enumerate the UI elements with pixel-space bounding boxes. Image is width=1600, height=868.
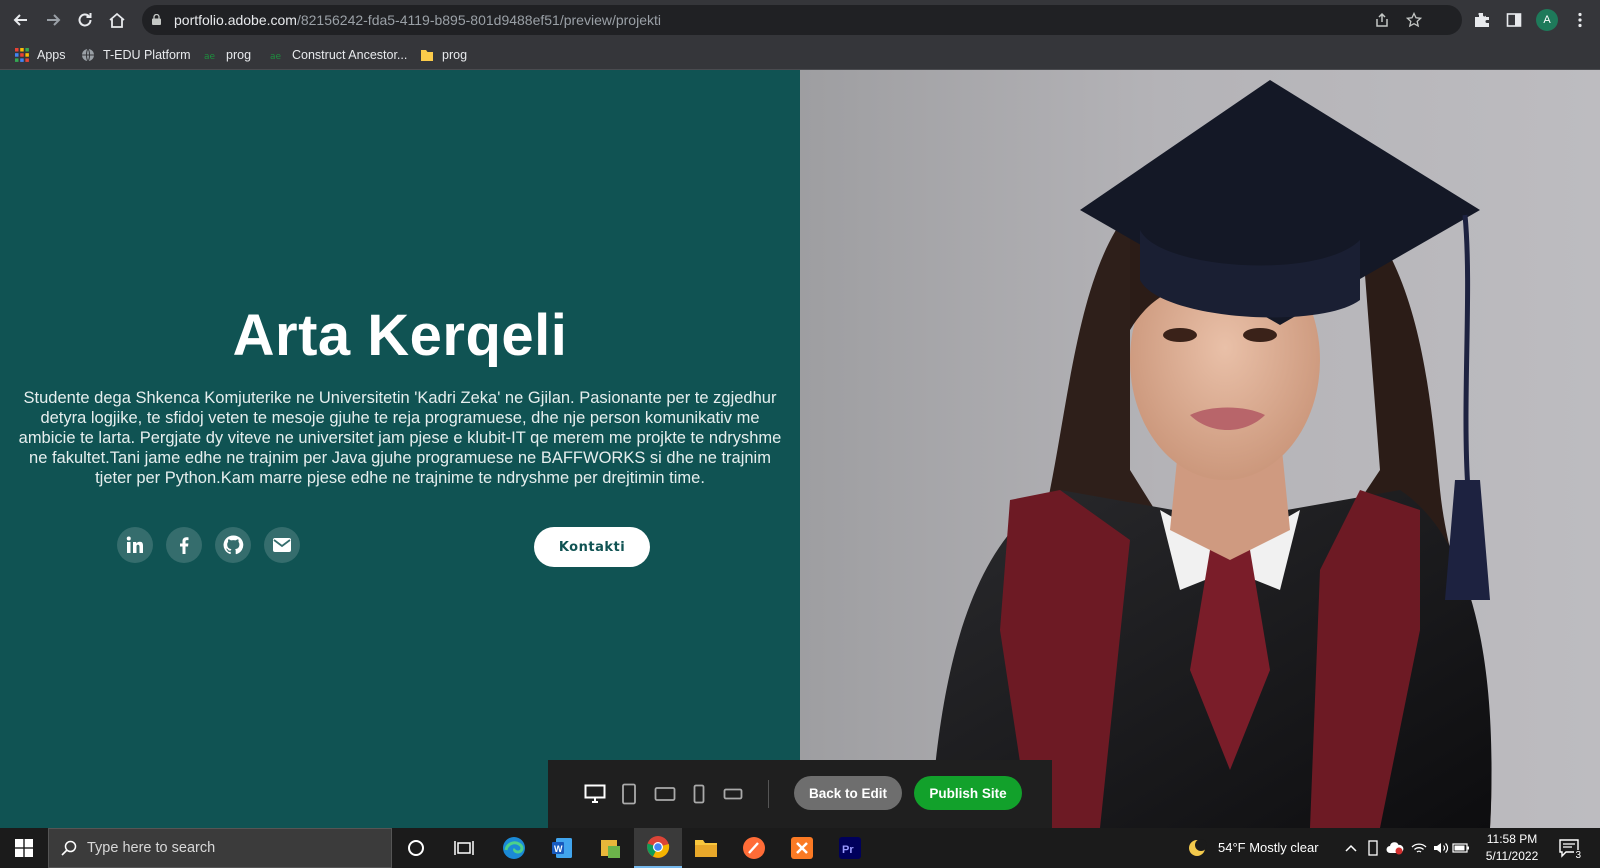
tablet-landscape-icon[interactable]: [652, 782, 678, 806]
phone-landscape-icon[interactable]: [720, 782, 746, 806]
bookmark-prog-folder[interactable]: prog: [420, 46, 467, 64]
bookmark-label: Apps: [37, 48, 66, 62]
notification-icon[interactable]: 3: [1556, 837, 1582, 861]
folder-icon: [421, 50, 433, 61]
svg-text:W: W: [554, 844, 563, 854]
xampp-icon[interactable]: [778, 828, 826, 868]
portrait-panel: [800, 70, 1600, 828]
hero-name: Arta Kerqeli: [232, 303, 568, 368]
extensions-icon[interactable]: [1470, 8, 1494, 32]
search-placeholder: Type here to search: [87, 840, 216, 856]
battery-icon[interactable]: [1452, 840, 1470, 856]
mail-icon[interactable]: [264, 527, 300, 563]
bookmark-tedu[interactable]: T-EDU Platform: [81, 46, 191, 64]
address-bar[interactable]: portfolio.adobe.com/82156242-fda5-4119-b…: [142, 5, 1462, 35]
weather-moon-icon[interactable]: [1186, 837, 1208, 859]
bookmark-label: Construct Ancestor...: [292, 48, 408, 62]
premiere-pro-icon[interactable]: Pr: [826, 828, 874, 868]
bookmark-apps[interactable]: Apps: [15, 46, 66, 64]
back-to-edit-button[interactable]: Back to Edit: [794, 776, 902, 810]
home-icon[interactable]: [105, 8, 129, 32]
clock-time: 11:58 PM: [1486, 832, 1538, 846]
volume-icon[interactable]: [1432, 840, 1450, 856]
hero-panel: Arta Kerqeli Studente dega Shkenca Komju…: [0, 70, 800, 828]
edge-browser-icon[interactable]: [490, 828, 538, 868]
site-favicon-icon: ae: [204, 52, 216, 62]
chrome-icon[interactable]: [634, 828, 682, 868]
browser-toolbar: portfolio.adobe.com/82156242-fda5-4119-b…: [0, 0, 1600, 40]
share-icon[interactable]: [1372, 10, 1392, 30]
menu-kebab-icon[interactable]: [1568, 8, 1592, 32]
reload-icon[interactable]: [73, 8, 97, 32]
phone-portrait-icon[interactable]: [686, 782, 712, 806]
bookmark-label: prog: [442, 48, 468, 62]
windows-start-icon[interactable]: [0, 828, 48, 868]
search-icon: [61, 840, 77, 856]
bookmark-prog-1[interactable]: ae prog: [204, 46, 251, 64]
hero-bio: Studente dega Shkenca Komjuterike ne Uni…: [18, 389, 782, 487]
file-explorer-icon[interactable]: [682, 828, 730, 868]
cloud-sync-error-icon[interactable]: [1386, 840, 1404, 856]
clock-date: 5/11/2022: [1485, 849, 1539, 863]
cortana-icon[interactable]: [392, 828, 440, 868]
notification-count: 3: [1574, 850, 1582, 861]
bookmark-label: prog: [226, 48, 252, 62]
facebook-icon[interactable]: [166, 527, 202, 563]
bookmark-star-icon[interactable]: [1404, 10, 1424, 30]
site-favicon-icon: ae: [270, 52, 282, 62]
bookmark-construct[interactable]: ae Construct Ancestor...: [270, 46, 407, 64]
preview-toolbar: Back to Edit Publish Site: [548, 760, 1052, 828]
wifi-icon[interactable]: [1410, 840, 1428, 856]
bookmark-label: T-EDU Platform: [103, 48, 191, 62]
profile-avatar[interactable]: A: [1536, 9, 1558, 31]
forward-arrow-icon[interactable]: [41, 8, 65, 32]
contact-button[interactable]: Kontakti: [534, 527, 650, 567]
chevron-up-icon[interactable]: [1342, 840, 1360, 856]
back-arrow-icon[interactable]: [9, 8, 33, 32]
globe-icon: [82, 48, 94, 62]
svg-text:ae: ae: [270, 52, 282, 62]
graduation-portrait-photo: [930, 80, 1492, 828]
device-icon[interactable]: [1364, 840, 1382, 856]
windows-taskbar: Type here to search W Pr 54°F Mostly cle…: [0, 828, 1600, 868]
word-icon[interactable]: W: [538, 828, 586, 868]
file-app-icon[interactable]: [586, 828, 634, 868]
postman-icon[interactable]: [730, 828, 778, 868]
tablet-portrait-icon[interactable]: [616, 782, 642, 806]
taskbar-search-box[interactable]: Type here to search: [48, 828, 392, 868]
task-view-icon[interactable]: [440, 828, 488, 868]
desktop-icon[interactable]: [582, 782, 608, 806]
taskbar-clock[interactable]: 11:58 PM 5/11/2022: [1474, 831, 1550, 865]
bookmarks-bar: Apps T-EDU Platform ae prog ae Construct…: [0, 40, 1600, 70]
weather-text[interactable]: 54°F Mostly clear: [1218, 840, 1319, 855]
linkedin-icon[interactable]: [117, 527, 153, 563]
portfolio-page: Arta Kerqeli Studente dega Shkenca Komju…: [0, 70, 1600, 828]
side-panel-icon[interactable]: [1502, 8, 1526, 32]
url-text: portfolio.adobe.com/82156242-fda5-4119-b…: [174, 12, 661, 28]
lock-icon: [152, 14, 161, 25]
apps-grid-icon: [15, 48, 29, 62]
svg-text:ae: ae: [204, 52, 216, 62]
toolbar-divider: [768, 780, 769, 808]
svg-text:Pr: Pr: [842, 844, 854, 856]
publish-site-button[interactable]: Publish Site: [914, 776, 1022, 810]
github-icon[interactable]: [215, 527, 251, 563]
